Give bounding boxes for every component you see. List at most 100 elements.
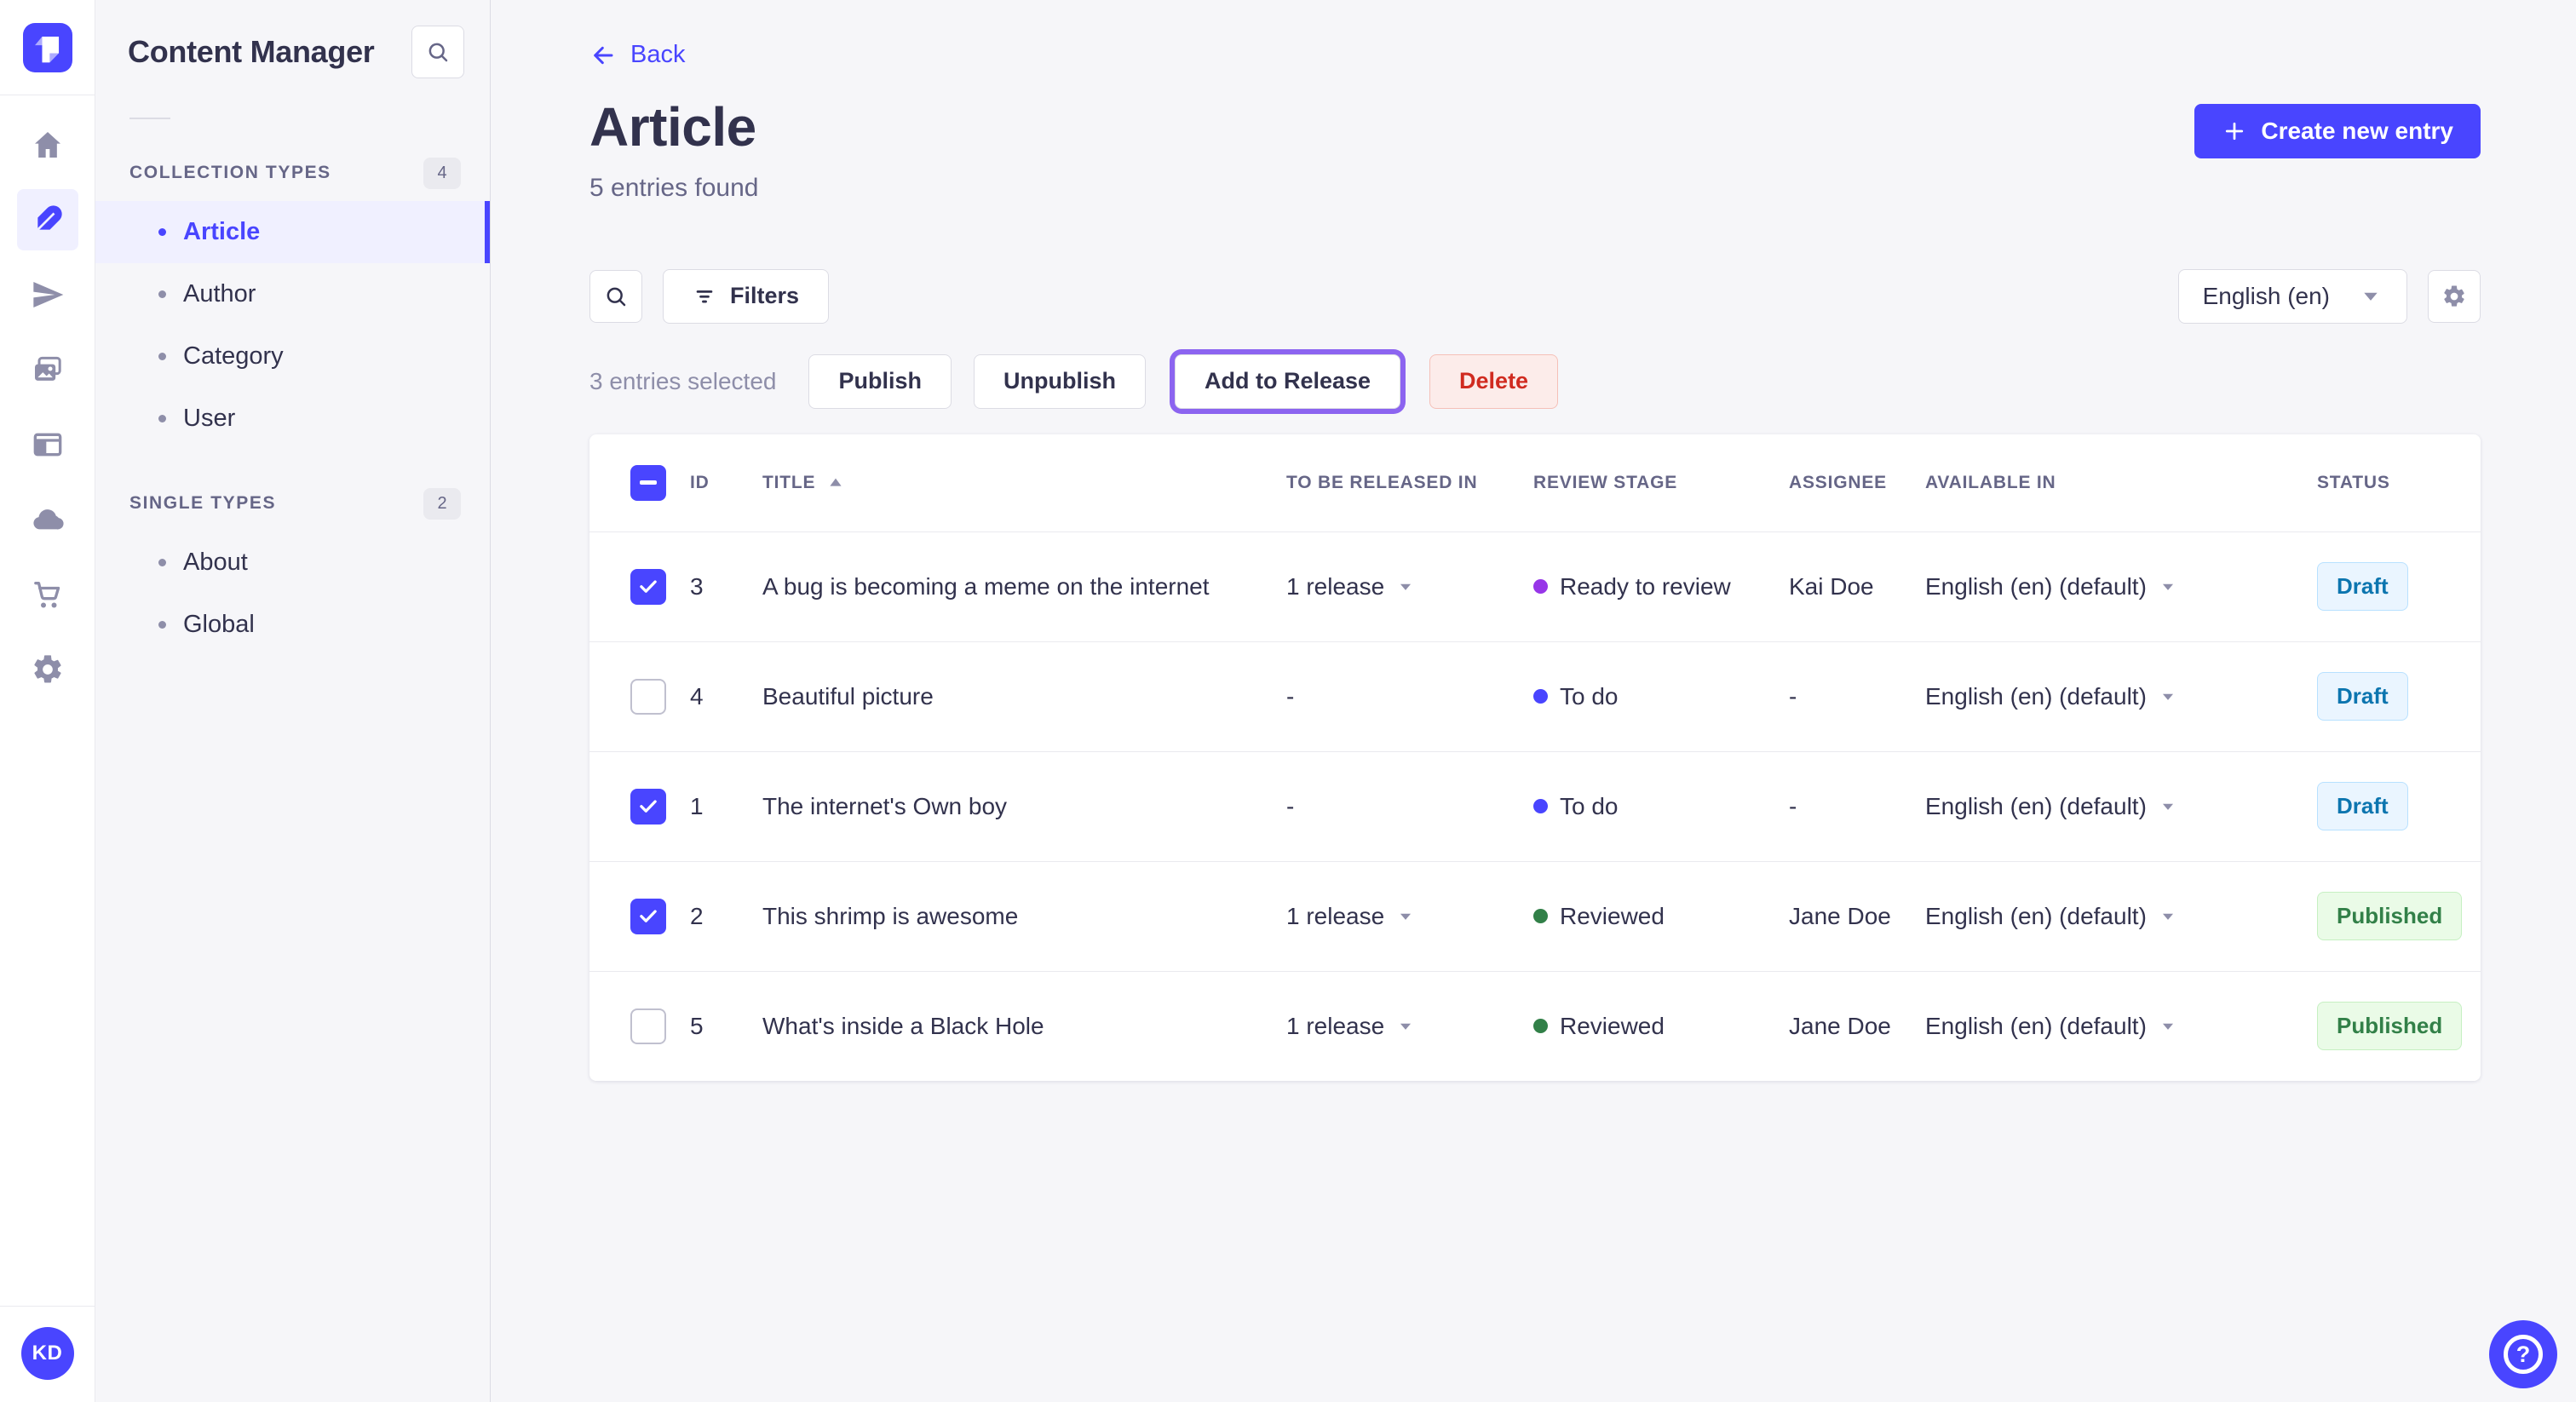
cell-available-in[interactable]: English (en) (default) <box>1918 793 2310 820</box>
view-settings-button[interactable] <box>2428 269 2481 323</box>
nav-deploy-button[interactable] <box>17 489 78 550</box>
cell-release[interactable]: 1 release <box>1279 903 1527 930</box>
cell-available-in[interactable]: English (en) (default) <box>1918 573 2310 600</box>
check-icon <box>640 579 657 593</box>
search-button[interactable] <box>589 269 642 323</box>
cell-release: - <box>1286 682 1295 710</box>
stage-dot-icon <box>1533 909 1548 923</box>
subnav-item-list: About Global <box>95 531 490 656</box>
nav-releases-button[interactable] <box>17 264 78 325</box>
cell-status: Draft <box>2310 562 2481 611</box>
cell-id: 2 <box>690 902 704 929</box>
cell-release[interactable]: 1 release <box>1279 573 1527 600</box>
row-checkbox[interactable] <box>630 788 666 825</box>
subnav-item-label: Article <box>183 218 261 245</box>
create-entry-button[interactable]: Create new entry <box>2194 103 2481 158</box>
chevron-down-icon[interactable] <box>1396 907 1415 926</box>
column-header-title[interactable]: TITLE <box>756 473 1279 493</box>
strapi-logo[interactable] <box>22 23 72 72</box>
chevron-down-icon[interactable] <box>2159 797 2177 816</box>
chevron-down-icon[interactable] <box>1396 1017 1415 1036</box>
bullet-icon <box>158 290 166 298</box>
cell-available-in[interactable]: English (en) (default) <box>1918 903 2310 930</box>
cell-available-in[interactable]: English (en) (default) <box>1918 683 2310 710</box>
locale-select[interactable]: English (en) <box>2177 268 2407 324</box>
nav-settings-button[interactable] <box>17 639 78 700</box>
stage-dot-icon <box>1533 579 1548 594</box>
column-header-review-stage[interactable]: REVIEW STAGE <box>1527 473 1782 493</box>
delete-button[interactable]: Delete <box>1429 353 1559 409</box>
bullet-icon <box>158 228 166 236</box>
cell-available-in[interactable]: English (en) (default) <box>1918 1013 2310 1040</box>
status-badge: Published <box>2317 892 2463 940</box>
column-header-status[interactable]: STATUS <box>2310 473 2481 493</box>
user-avatar[interactable]: KD <box>20 1327 74 1380</box>
cell-title[interactable]: This shrimp is awesome <box>756 903 1279 930</box>
cell-review-stage: Reviewed <box>1527 1013 1782 1040</box>
subnav-section-count: 4 <box>423 157 461 189</box>
rail-icons <box>16 95 78 700</box>
cell-assignee: - <box>1789 682 1797 710</box>
selection-count-text: 3 entries selected <box>589 367 777 394</box>
back-link[interactable]: Back <box>589 41 685 69</box>
publish-button[interactable]: Publish <box>808 353 952 409</box>
cell-id: 1 <box>690 792 704 819</box>
search-icon <box>428 43 448 62</box>
filters-label: Filters <box>730 283 800 308</box>
subnav-item-category[interactable]: Category <box>95 325 490 388</box>
chevron-down-icon[interactable] <box>2159 907 2177 926</box>
table-body: 3 A bug is becoming a meme on the intern… <box>589 531 2481 1081</box>
gear-icon <box>2444 284 2464 307</box>
column-header-release[interactable]: TO BE RELEASED IN <box>1279 473 1527 493</box>
row-checkbox[interactable] <box>630 678 666 715</box>
cloud-icon <box>32 509 64 530</box>
add-to-release-button[interactable]: Add to Release <box>1174 353 1401 409</box>
content-manager-subnav: Content Manager COLLECTION TYPES 4 Artic… <box>95 0 491 1402</box>
locale-value: English (en) <box>2202 282 2330 309</box>
gear-icon <box>33 655 61 683</box>
create-entry-label: Create new entry <box>2261 117 2453 144</box>
subnav-item-label: Global <box>183 611 255 638</box>
row-checkbox[interactable] <box>630 568 666 605</box>
chevron-down-icon[interactable] <box>2159 687 2177 706</box>
main-nav-rail: KD <box>0 0 95 1402</box>
subnav-section-head: SINGLE TYPES 2 <box>121 482 464 525</box>
cell-title[interactable]: Beautiful picture <box>756 683 1279 710</box>
cell-assignee: Jane Doe <box>1789 1012 1891 1039</box>
cell-release[interactable]: 1 release <box>1279 1013 1527 1040</box>
subnav-title: Content Manager <box>128 34 375 69</box>
nav-marketplace-button[interactable] <box>17 564 78 625</box>
chevron-down-icon[interactable] <box>1396 577 1415 596</box>
nav-layout-button[interactable] <box>17 414 78 475</box>
row-checkbox[interactable] <box>630 1008 666 1044</box>
select-all-checkbox[interactable] <box>630 464 666 501</box>
send-icon <box>32 282 63 307</box>
chevron-down-icon[interactable] <box>2159 577 2177 596</box>
column-header-available-in[interactable]: AVAILABLE IN <box>1918 473 2310 493</box>
row-checkbox[interactable] <box>630 898 666 934</box>
subnav-search-button[interactable] <box>411 26 464 78</box>
table-row: 1 The internet's Own boy - To do - Engli… <box>589 750 2481 861</box>
chevron-down-icon[interactable] <box>2159 1017 2177 1036</box>
column-header-assignee[interactable]: ASSIGNEE <box>1782 473 1918 493</box>
subnav-item-label: Author <box>183 280 256 307</box>
nav-home-button[interactable] <box>17 114 78 175</box>
help-button[interactable]: ? <box>2489 1320 2557 1388</box>
entries-table: ID TITLE TO BE RELEASED IN REVIEW STAGE … <box>589 434 2481 1081</box>
subnav-item-user[interactable]: User <box>95 388 490 450</box>
cell-title[interactable]: The internet's Own boy <box>756 793 1279 820</box>
cell-title[interactable]: What's inside a Black Hole <box>756 1013 1279 1040</box>
subnav-section-label: COLLECTION TYPES <box>129 163 331 182</box>
nav-content-manager-button[interactable] <box>16 189 78 250</box>
subnav-item-global[interactable]: Global <box>95 594 490 656</box>
subnav-item-about[interactable]: About <box>95 531 490 594</box>
nav-media-library-button[interactable] <box>17 339 78 400</box>
unpublish-button[interactable]: Unpublish <box>973 353 1146 409</box>
home-icon <box>34 132 60 158</box>
filters-button[interactable]: Filters <box>663 268 830 324</box>
subnav-item-article[interactable]: Article <box>95 201 490 263</box>
column-header-id[interactable]: ID <box>683 473 756 493</box>
cell-title[interactable]: A bug is becoming a meme on the internet <box>756 573 1279 600</box>
subnav-item-author[interactable]: Author <box>95 263 490 325</box>
subnav-section-head: COLLECTION TYPES 4 <box>121 152 464 194</box>
